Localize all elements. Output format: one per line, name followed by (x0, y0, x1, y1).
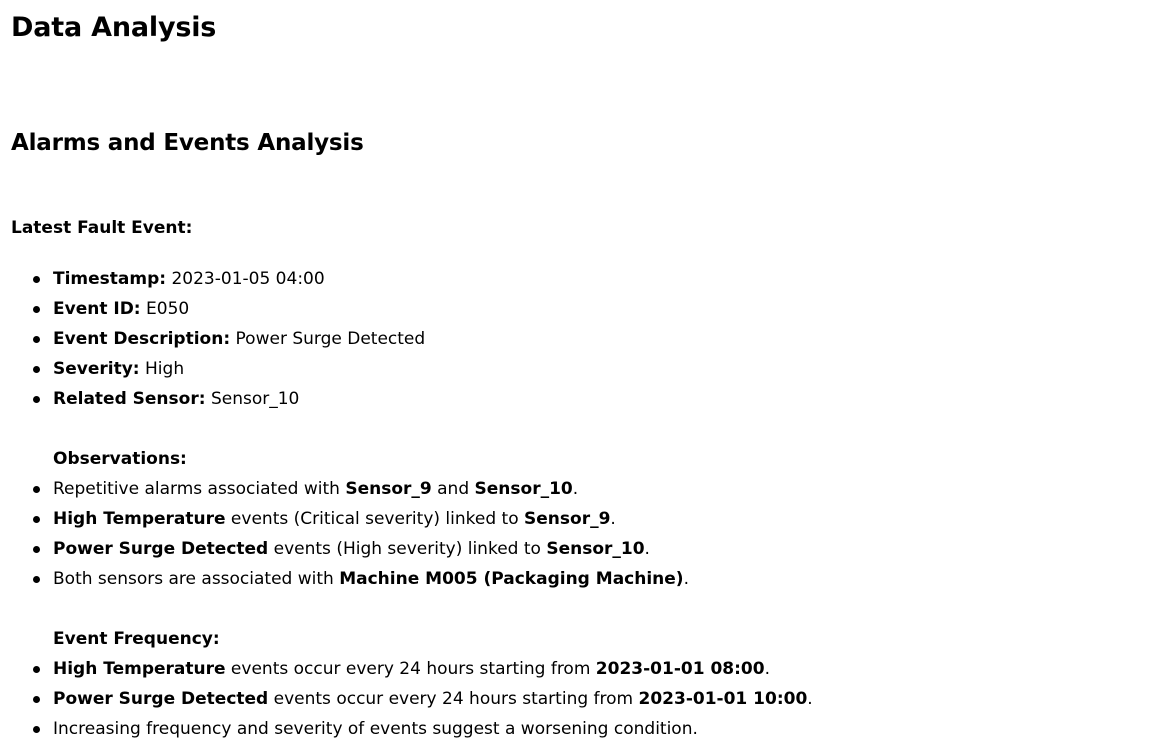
list-item: Related Sensor: Sensor_10 (32, 384, 425, 414)
list-item: Repetitive alarms associated with Sensor… (33, 474, 689, 504)
frequency-emphasis: 2023-01-01 08:00 (595, 659, 765, 679)
list-item: Timestamp: 2023-01-05 04:00 (32, 264, 425, 294)
observation-emphasis: Sensor_10 (546, 539, 645, 559)
fault-related-sensor-label: Related Sensor: (53, 389, 206, 409)
frequency-emphasis: Power Surge Detected (53, 689, 269, 709)
section-title: Alarms and Events Analysis (11, 130, 364, 156)
observations-list: Repetitive alarms associated with Sensor… (11, 474, 689, 594)
list-item: High Temperature events (Critical severi… (33, 504, 689, 534)
observation-text: Both sensors are associated with (53, 569, 340, 589)
list-item: Severity: High (32, 354, 425, 384)
observation-text: . (644, 539, 650, 559)
page-title: Data Analysis (11, 12, 217, 43)
fault-severity-value: High (145, 359, 185, 379)
frequency-text: events occur every 24 hours starting fro… (225, 659, 596, 679)
fault-severity-label: Severity: (53, 359, 140, 379)
observation-emphasis: Sensor_9 (345, 479, 432, 499)
event-frequency-heading: Event Frequency: (53, 629, 220, 649)
observation-emphasis: High Temperature (53, 509, 226, 529)
latest-fault-heading: Latest Fault Event: (11, 218, 193, 238)
observation-text: Repetitive alarms associated with (53, 479, 346, 499)
fault-description-value: Power Surge Detected (235, 329, 426, 349)
fault-timestamp-value: 2023-01-05 04:00 (171, 269, 325, 289)
observation-text: . (610, 509, 616, 529)
frequency-text: Increasing frequency and severity of eve… (53, 719, 698, 739)
list-item: Power Surge Detected events occur every … (33, 684, 813, 714)
list-item: Event Description: Power Surge Detected (32, 324, 426, 354)
list-item: Increasing frequency and severity of eve… (33, 714, 813, 744)
list-item: Event ID: E050 (32, 294, 425, 324)
event-frequency-list: High Temperature events occur every 24 h… (11, 654, 813, 744)
latest-fault-list: Timestamp: 2023-01-05 04:00 Event ID: E0… (11, 264, 425, 414)
list-item: High Temperature events occur every 24 h… (33, 654, 813, 684)
fault-related-sensor-value: Sensor_10 (210, 389, 300, 409)
observation-text: events (High severity) linked to (268, 539, 547, 559)
observation-emphasis: Sensor_10 (474, 479, 573, 499)
observation-emphasis: Machine M005 (Packaging Machine) (339, 569, 684, 589)
observation-text: and (431, 479, 475, 499)
observations-heading: Observations: (53, 449, 187, 469)
frequency-emphasis: 2023-01-01 10:00 (638, 689, 808, 709)
fault-description-label: Event Description: (53, 329, 231, 349)
frequency-text: . (764, 659, 770, 679)
fault-timestamp-label: Timestamp: (53, 269, 167, 289)
fault-event-id-value: E050 (146, 299, 190, 319)
frequency-text: events occur every 24 hours starting fro… (268, 689, 639, 709)
observation-text: events (Critical severity) linked to (225, 509, 525, 529)
fault-event-id-label: Event ID: (53, 299, 141, 319)
observation-emphasis: Power Surge Detected (53, 539, 269, 559)
list-item: Both sensors are associated with Machine… (33, 564, 689, 594)
frequency-text: . (807, 689, 813, 709)
document-page: Data Analysis Alarms and Events Analysis… (0, 0, 1149, 748)
observation-text: . (572, 479, 579, 499)
frequency-emphasis: High Temperature (53, 659, 226, 679)
list-item: Power Surge Detected events (High severi… (33, 534, 689, 564)
observation-text: . (683, 569, 689, 589)
observation-emphasis: Sensor_9 (524, 509, 611, 529)
